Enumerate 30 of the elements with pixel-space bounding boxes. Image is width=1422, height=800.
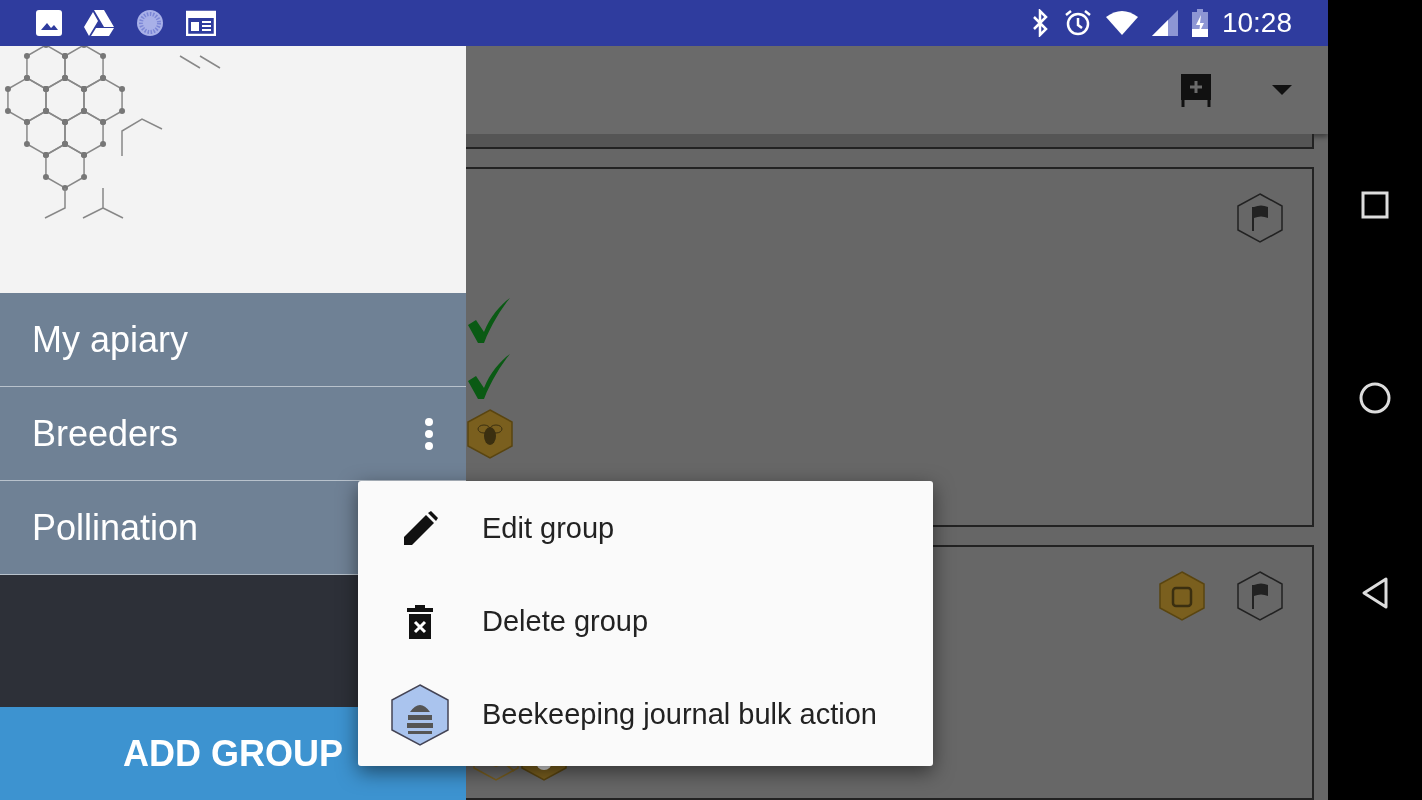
add-hive-icon[interactable] [1180,72,1212,107]
group-name: Pollination [32,506,199,549]
clock-time: 10:28 [1221,7,1292,39]
pencil-icon [402,510,438,547]
check-icon [466,296,512,345]
more-options-icon[interactable] [424,416,434,451]
image-icon [36,10,62,36]
wifi-icon [1105,11,1138,35]
bee-icon [466,408,514,459]
triangle-logo-icon [84,10,114,36]
flag-icon [1236,570,1284,621]
group-name: My apiary [32,318,189,361]
group-name: Breeders [32,412,179,455]
jar-icon [1158,570,1206,621]
signal-icon [1151,10,1178,36]
trash-icon [407,604,433,639]
group-item[interactable]: Breeders [0,387,466,481]
back-button[interactable] [1361,576,1389,609]
group-item[interactable]: My apiary [0,293,466,387]
flag-icon [1236,192,1284,243]
recent-apps-button[interactable] [1361,191,1389,220]
dropdown-caret-icon[interactable] [1272,84,1292,95]
newspaper-icon [186,10,216,36]
beehive-icon [390,683,450,746]
alarm-clock-icon [1063,9,1092,37]
check-icon [466,352,512,401]
round-dial-icon [136,9,164,37]
menu-item[interactable]: Delete group [358,575,933,668]
battery-charging-icon [1191,9,1208,37]
home-button[interactable] [1359,382,1391,414]
